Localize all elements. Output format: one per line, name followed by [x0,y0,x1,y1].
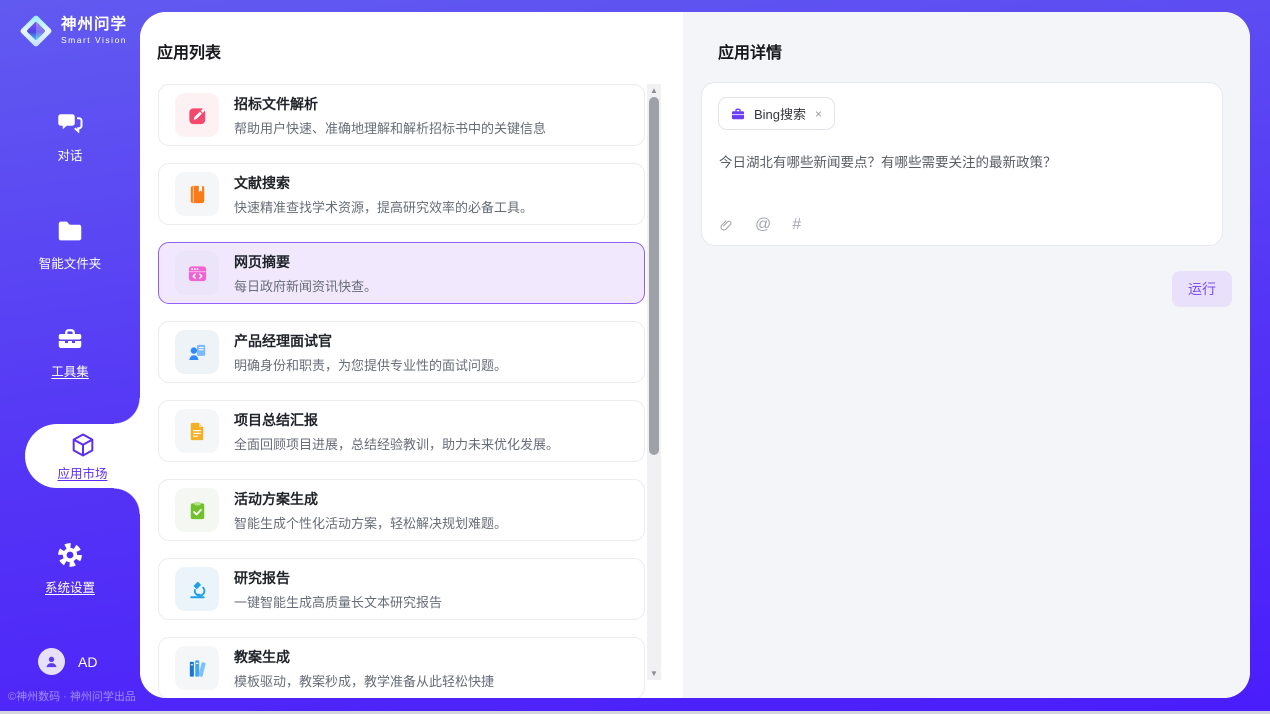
user-initials: AD [78,654,97,670]
app-card-name: 招标文件解析 [234,94,546,114]
app-detail-panel: 应用详情 Bing搜索 × 今日湖北有哪些新闻要点？有哪些需要关注的最新政策？ [683,12,1250,698]
brand-subtitle: Smart Vision [61,36,127,45]
app-card-desc: 智能生成个性化活动方案，轻松解决规划难题。 [234,513,507,532]
app-card[interactable]: 活动方案生成 智能生成个性化活动方案，轻松解决规划难题。 [158,479,645,541]
app-frame: 神州问学 Smart Vision 对话 智能文件夹 [0,0,1270,714]
close-icon[interactable]: × [814,107,823,121]
prompt-text[interactable]: 今日湖北有哪些新闻要点？有哪些需要关注的最新政策？ [719,151,1206,171]
sidebar-item-app-market[interactable]: 应用市场 [25,424,140,488]
user-account[interactable]: AD [38,648,97,675]
app-card-list: 招标文件解析 帮助用户快速、准确地理解和解析招标书中的关键信息 文 [158,84,645,698]
chat-icon [55,108,85,138]
app-card-name: 活动方案生成 [234,489,507,509]
book-icon [175,172,219,216]
app-card-desc: 帮助用户快速、准确地理解和解析招标书中的关键信息 [234,118,546,137]
tool-tag-bing-search[interactable]: Bing搜索 × [718,97,835,130]
paperclip-icon[interactable] [719,217,734,234]
sidebar-item-label: 系统设置 [45,577,95,596]
app-card-name: 文献搜索 [234,173,533,193]
app-card[interactable]: 研究报告 一键智能生成高质量长文本研究报告 [158,558,645,620]
app-card-desc: 全面回顾项目进展，总结经验教训，助力未来优化发展。 [234,434,559,453]
briefcase-icon [730,106,746,122]
books-icon [175,646,219,690]
app-card[interactable]: 招标文件解析 帮助用户快速、准确地理解和解析招标书中的关键信息 [158,84,645,146]
app-card-name: 网页摘要 [234,252,377,272]
clipboard-check-icon [175,488,219,532]
interviewer-icon [175,330,219,374]
app-card[interactable]: 产品经理面试官 明确身份和职责，为您提供专业性的面试问题。 [158,321,645,383]
cube-icon [69,431,97,459]
at-icon[interactable]: @ [755,216,771,234]
microscope-icon [175,567,219,611]
sidebar-item-chat[interactable]: 对话 [0,108,140,164]
scroll-down-icon[interactable]: ▼ [647,667,661,680]
gem-logo-icon [18,13,54,49]
brand-name: 神州问学 [61,17,127,33]
tool-tag-label: Bing搜索 [754,104,806,123]
edit-doc-icon [175,93,219,137]
sidebar-item-settings[interactable]: 系统设置 [0,540,140,596]
app-card-selected[interactable]: 网页摘要 每日政府新闻资讯快查。 [158,242,645,304]
copyright-text: ©神州数码 · 神州问学出品 [0,688,150,704]
gear-icon [55,540,85,570]
app-card-desc: 明确身份和职责，为您提供专业性的面试问题。 [234,355,507,374]
scrollbar-thumb[interactable] [649,97,659,455]
app-card-name: 项目总结汇报 [234,410,559,430]
sidebar-item-smart-folder[interactable]: 智能文件夹 [0,216,140,272]
app-card-desc: 每日政府新闻资讯快查。 [234,276,377,295]
app-detail-title: 应用详情 [718,39,782,63]
sidebar-item-label: 智能文件夹 [39,253,102,272]
report-doc-icon [175,409,219,453]
brand-logo: 神州问学 Smart Vision [18,13,127,49]
sidebar-item-toolset[interactable]: 工具集 [0,324,140,380]
app-card-desc: 一键智能生成高质量长文本研究报告 [234,592,442,611]
app-card[interactable]: 项目总结汇报 全面回顾项目进展，总结经验教训，助力未来优化发展。 [158,400,645,462]
sidebar: 神州问学 Smart Vision 对话 智能文件夹 [0,0,140,714]
scroll-up-icon[interactable]: ▲ [647,84,661,97]
hash-icon[interactable]: # [792,216,801,234]
app-card-desc: 快速精准查找学术资源，提高研究效率的必备工具。 [234,197,533,216]
app-card-desc: 模板驱动，教案秒成，教学准备从此轻松快捷 [234,671,494,690]
run-button[interactable]: 运行 [1172,271,1232,307]
avatar [38,648,65,675]
app-card-name: 产品经理面试官 [234,331,507,351]
browser-code-icon [175,251,219,295]
app-list-panel: 应用列表 招标文件解析 帮助用户快速、准确地理解和解析招标书中的关键信息 [140,12,683,698]
prompt-input-card[interactable]: Bing搜索 × 今日湖北有哪些新闻要点？有哪些需要关注的最新政策？ @ # [701,82,1223,246]
app-card-name: 研究报告 [234,568,442,588]
toolbox-icon [55,324,85,354]
main-content: 应用列表 招标文件解析 帮助用户快速、准确地理解和解析招标书中的关键信息 [140,12,1250,698]
app-list-title: 应用列表 [157,39,221,63]
sidebar-item-label: 工具集 [51,361,89,380]
sidebar-item-label: 应用市场 [57,463,107,482]
app-card-name: 教案生成 [234,647,494,667]
app-card[interactable]: 教案生成 模板驱动，教案秒成，教学准备从此轻松快捷 [158,637,645,698]
list-scrollbar[interactable]: ▲ ▼ [647,84,661,680]
attachment-toolbar: @ # [719,216,801,234]
app-card[interactable]: 文献搜索 快速精准查找学术资源，提高研究效率的必备工具。 [158,163,645,225]
folder-icon [55,216,85,246]
sidebar-item-label: 对话 [57,145,82,164]
